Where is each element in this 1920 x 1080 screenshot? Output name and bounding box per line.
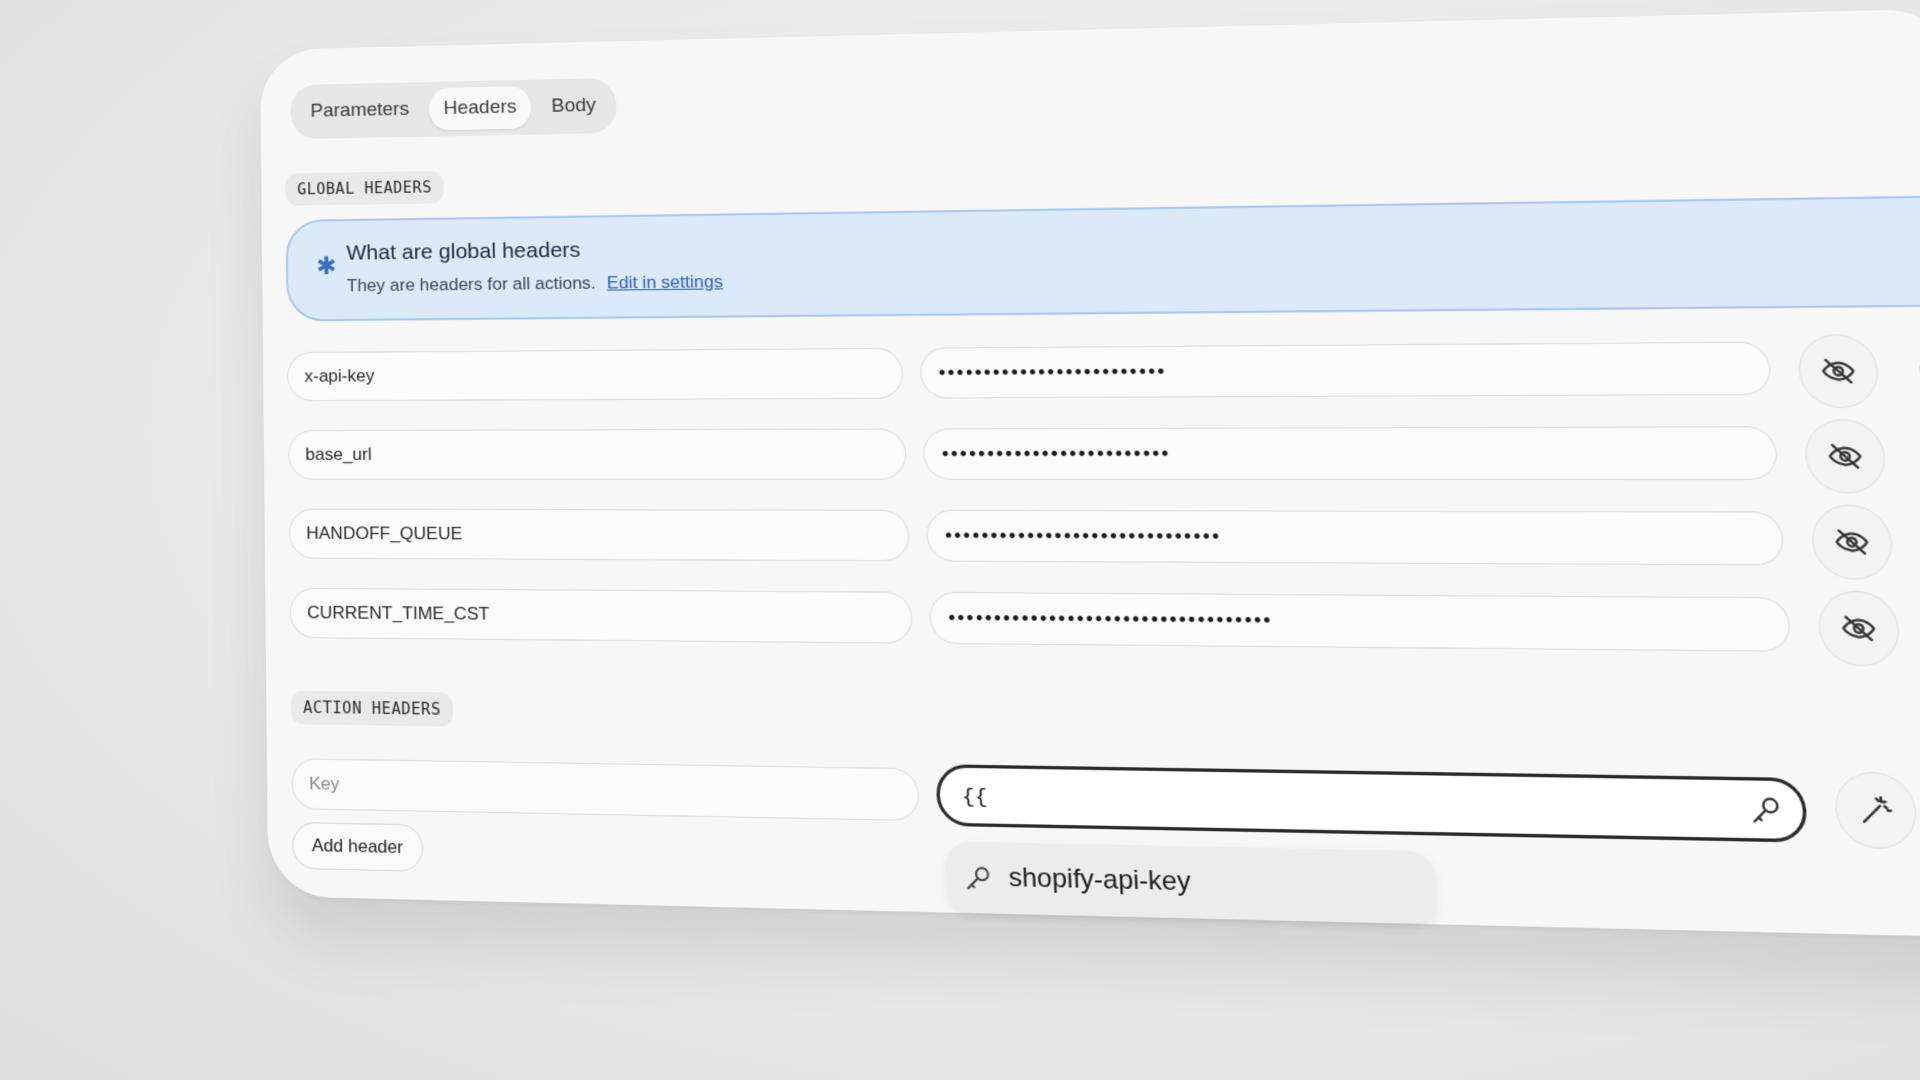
global-header-key[interactable]: HANDOFF_QUEUE (288, 508, 911, 562)
global-header-key[interactable]: CURRENT_TIME_CST (289, 587, 914, 644)
toggle-visibility-button[interactable] (1815, 590, 1902, 667)
magic-wand-icon (1856, 793, 1895, 828)
global-header-row: x-api-key ••••••••••••••••••••••••• (287, 334, 1920, 410)
tab-headers[interactable]: Headers (428, 85, 532, 131)
global-header-value[interactable]: ••••••••••••••••••••••••• (922, 426, 1779, 480)
global-header-row: CURRENT_TIME_CST •••••••••••••••••••••••… (289, 587, 1920, 667)
info-description: They are headers for all actions. (346, 273, 596, 296)
eye-off-icon (1826, 439, 1865, 473)
global-header-value[interactable]: •••••••••••••••••••••••••••••• (925, 509, 1786, 566)
add-header-button[interactable]: Add header (292, 821, 424, 872)
toggle-visibility-button[interactable] (1802, 419, 1888, 494)
action-header-value-field (935, 764, 1809, 843)
eye-off-icon (1832, 525, 1871, 559)
lock-icon (1912, 349, 1920, 385)
key-icon (964, 863, 994, 893)
eye-off-icon (1819, 354, 1858, 388)
autocomplete-suggestion[interactable]: shopify-api-key (945, 841, 1439, 925)
global-header-value[interactable]: ••••••••••••••••••••••••• (919, 341, 1773, 399)
asterisk-icon: ✱ (316, 252, 337, 281)
action-headers-label: ACTION HEADERS (290, 690, 454, 727)
toggle-visibility-button[interactable] (1796, 334, 1881, 409)
global-header-key[interactable]: base_url (287, 428, 907, 480)
global-headers-label: GLOBAL HEADERS (285, 170, 445, 206)
tab-parameters[interactable]: Parameters (296, 88, 423, 133)
global-header-row: base_url ••••••••••••••••••••••••• (287, 419, 1920, 494)
request-tabs: Parameters Headers Body (290, 77, 618, 140)
info-text: They are headers for all actions. Edit i… (347, 272, 723, 297)
toggle-visibility-button[interactable] (1809, 504, 1895, 580)
magic-wand-button[interactable] (1832, 771, 1920, 850)
global-header-value[interactable]: ••••••••••••••••••••••••••••••••••• (928, 591, 1792, 652)
global-header-row: HANDOFF_QUEUE ••••••••••••••••••••••••••… (288, 504, 1920, 580)
suggestion-label: shopify-api-key (1008, 862, 1192, 897)
headers-panel: Parameters Headers Body GLOBAL HEADERS ✱… (260, 8, 1920, 939)
edit-in-settings-link[interactable]: Edit in settings (607, 272, 723, 293)
eye-off-icon (1839, 611, 1878, 646)
info-title: What are global headers (346, 238, 581, 265)
global-header-key[interactable]: x-api-key (287, 347, 904, 402)
tab-body[interactable]: Body (537, 84, 611, 128)
screen-background: Parameters Headers Body GLOBAL HEADERS ✱… (0, 0, 1920, 1080)
action-header-value-input[interactable] (958, 767, 1704, 840)
key-icon (1748, 793, 1784, 826)
action-header-key-input[interactable] (291, 758, 920, 822)
global-headers-info-banner: ✱ What are global headers They are heade… (285, 195, 1920, 322)
